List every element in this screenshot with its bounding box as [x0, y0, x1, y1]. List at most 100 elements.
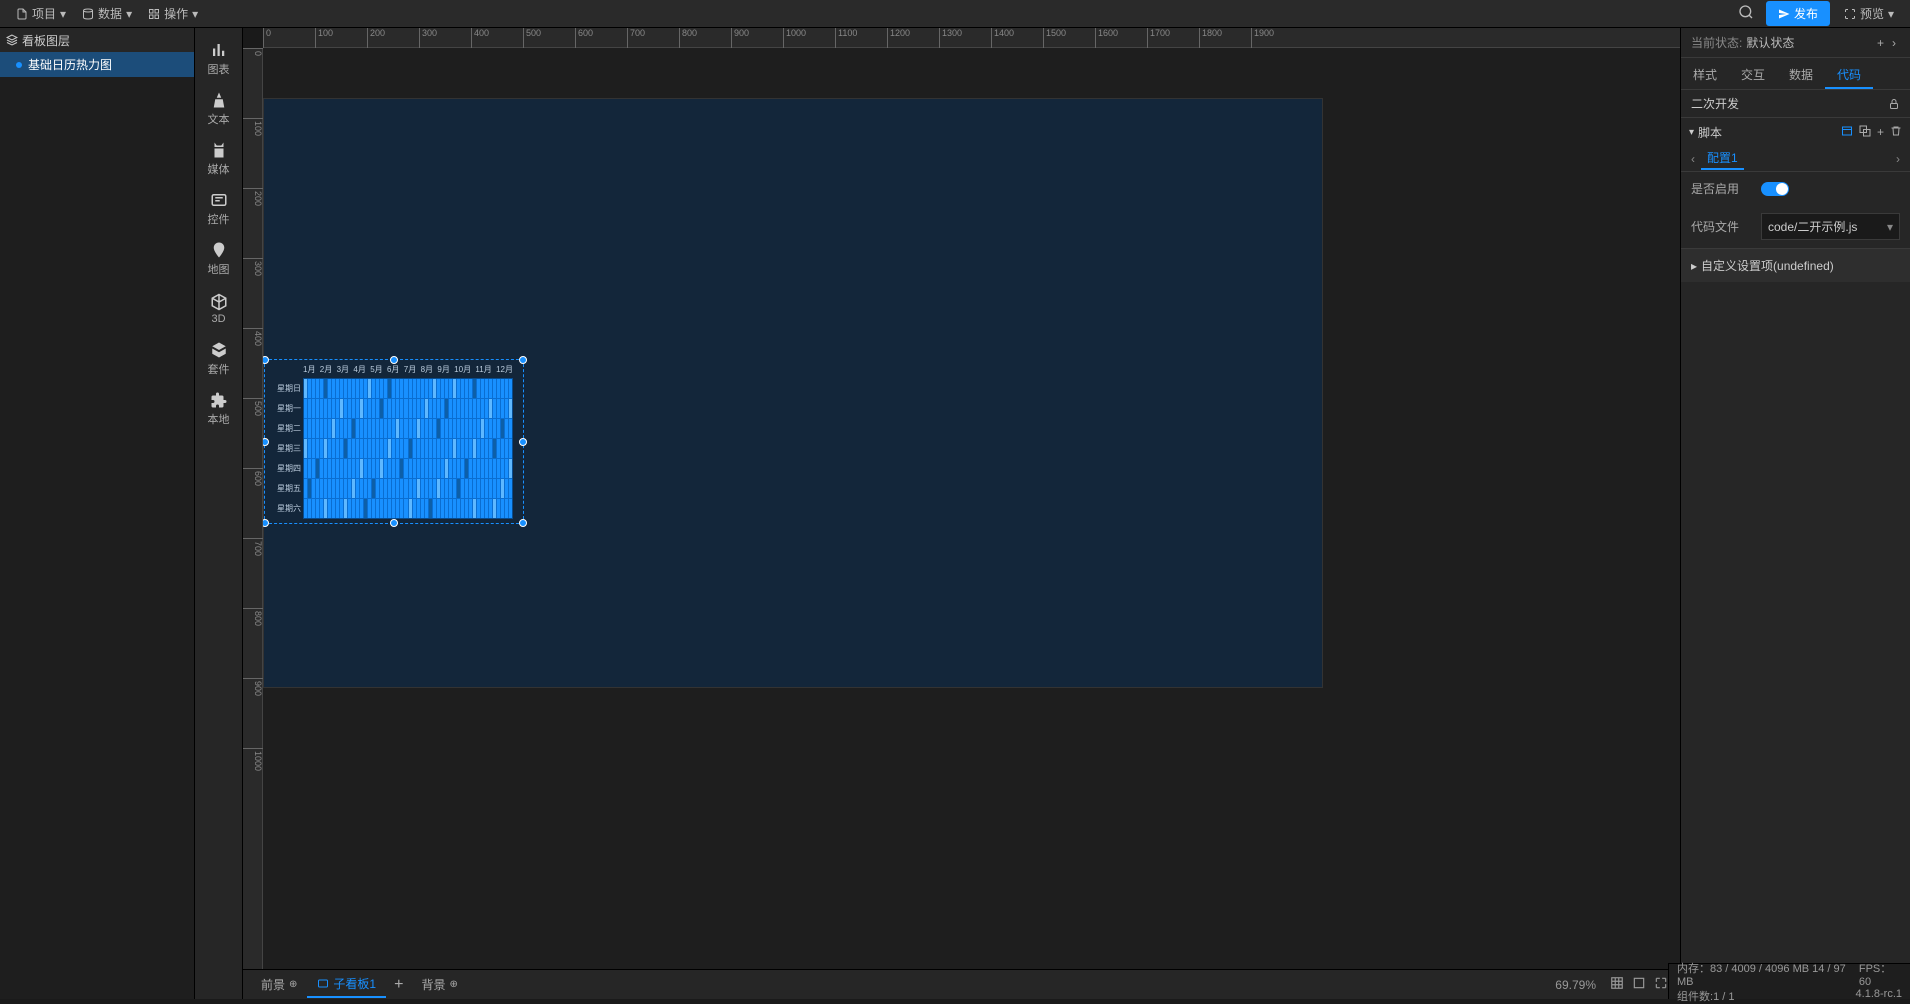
- state-value: 默认状态: [1746, 34, 1794, 51]
- tool-local[interactable]: 本地: [199, 386, 239, 432]
- resize-handle-sw[interactable]: [263, 519, 269, 527]
- state-label: 当前状态:: [1691, 34, 1742, 51]
- add-script-button[interactable]: +: [1877, 125, 1884, 139]
- grid-button[interactable]: [1628, 972, 1650, 997]
- resize-handle-e[interactable]: [519, 438, 527, 446]
- ruler-horizontal: 0100200300400500600700800900100011001200…: [263, 28, 1680, 48]
- codefile-select[interactable]: code/二开示例.js ▾: [1761, 213, 1900, 240]
- next-state-button[interactable]: ›: [1888, 34, 1900, 52]
- grid2-icon: [1632, 976, 1646, 990]
- preview-button[interactable]: 预览 ▾: [1836, 1, 1902, 26]
- config-prev-button[interactable]: ‹: [1689, 152, 1697, 166]
- tool-map[interactable]: 地图: [199, 236, 239, 282]
- publish-button[interactable]: 发布: [1766, 1, 1830, 26]
- tool-media[interactable]: 媒体: [199, 136, 239, 182]
- heatmap-widget[interactable]: 1月2月3月4月5月6月7月8月9月10月11月12月 星期日星期一星期二星期三…: [264, 359, 524, 524]
- database-icon: [82, 8, 94, 20]
- expand-icon: [1844, 8, 1856, 20]
- add-tab-button[interactable]: +: [386, 972, 411, 998]
- menu-data[interactable]: 数据 ▾: [74, 1, 140, 26]
- fit-icon: [1610, 976, 1624, 990]
- chevron-down-icon: ▾: [126, 7, 132, 21]
- map-icon: [210, 241, 228, 259]
- layer-item-heatmap[interactable]: 基础日历热力图: [0, 52, 194, 77]
- resize-handle-nw[interactable]: [263, 356, 269, 364]
- script-config-tabs: ‹ 配置1 ›: [1681, 146, 1910, 172]
- resize-handle-w[interactable]: [263, 438, 269, 446]
- chevron-right-icon: ▸: [1691, 259, 1697, 273]
- close-icon[interactable]: ⊕: [289, 979, 297, 990]
- canvas-stage[interactable]: 1月2月3月4月5月6月7月8月9月10月11月12月 星期日星期一星期二星期三…: [263, 48, 1680, 969]
- control-icon: [210, 191, 228, 209]
- heatmap-chart: 1月2月3月4月5月6月7月8月9月10月11月12月 星期日星期一星期二星期三…: [273, 364, 519, 519]
- codefile-row: 代码文件 code/二开示例.js ▾: [1681, 205, 1910, 248]
- search-icon: [1738, 4, 1754, 20]
- canvas-bottom-tabs: 前景⊕ 子看板1 + 背景⊕ 69.79%: [243, 969, 1680, 999]
- script-section-header[interactable]: ▾ 脚本 +: [1681, 118, 1910, 146]
- config-tab-1[interactable]: 配置1: [1701, 147, 1744, 170]
- code-view-icon[interactable]: [1841, 125, 1853, 137]
- text-icon: [210, 91, 228, 109]
- inspector-tab-style[interactable]: 样式: [1681, 58, 1729, 89]
- package-icon: [210, 341, 228, 359]
- chevron-down-icon: ▾: [1689, 127, 1694, 138]
- file-icon: [16, 8, 28, 20]
- top-menu-bar: 项目 ▾ 数据 ▾ 操作 ▾ 发布 预览 ▾: [0, 0, 1910, 28]
- menu-project[interactable]: 项目 ▾: [8, 1, 74, 26]
- status-bar: 内存：83 / 4009 / 4096 MB 14 / 97 MB FPS：60…: [1668, 963, 1910, 999]
- enable-toggle[interactable]: [1761, 182, 1789, 196]
- ruler-vertical: 01002003004005006007008009001000: [243, 48, 263, 969]
- fit-button[interactable]: [1606, 972, 1628, 997]
- copy-icon[interactable]: [1859, 125, 1871, 137]
- chevron-down-icon: ▾: [1888, 7, 1894, 21]
- inspector-tabs: 样式 交互 数据 代码: [1681, 58, 1910, 90]
- inspector-tab-data[interactable]: 数据: [1777, 58, 1825, 89]
- artboard[interactable]: 1月2月3月4月5月6月7月8月9月10月11月12月 星期日星期一星期二星期三…: [263, 98, 1323, 688]
- tab-foreground[interactable]: 前景⊕: [251, 972, 307, 997]
- chevron-down-icon: ▾: [60, 7, 66, 21]
- layer-item-label: 基础日历热力图: [28, 56, 112, 73]
- tab-background[interactable]: 背景⊕: [411, 972, 467, 997]
- layers-icon: [6, 34, 18, 46]
- enable-row: 是否启用: [1681, 172, 1910, 205]
- send-icon: [1778, 8, 1790, 20]
- puzzle-icon: [210, 391, 228, 409]
- tool-text[interactable]: 文本: [199, 86, 239, 132]
- tool-chart[interactable]: 图表: [199, 36, 239, 82]
- close-icon[interactable]: ⊕: [449, 979, 457, 990]
- tool-control[interactable]: 控件: [199, 186, 239, 232]
- zoom-level: 69.79%: [1555, 978, 1596, 992]
- resize-handle-s[interactable]: [390, 519, 398, 527]
- layer-dot-icon: [16, 62, 22, 68]
- chevron-down-icon: ▾: [1887, 220, 1893, 234]
- tab-subboard[interactable]: 子看板1: [307, 971, 386, 998]
- delete-icon[interactable]: [1890, 125, 1902, 137]
- fullscreen-icon: [1654, 976, 1668, 990]
- resize-handle-ne[interactable]: [519, 356, 527, 364]
- board-icon: [317, 978, 329, 990]
- component-toolbox: 图表 文本 媒体 控件 地图 3D 套件 本地: [195, 28, 243, 999]
- inspector-panel: 当前状态: 默认状态 + › 样式 交互 数据 代码 二次开发 ▾ 脚本 +: [1680, 28, 1910, 999]
- lock-icon[interactable]: [1888, 98, 1900, 110]
- add-state-button[interactable]: +: [1873, 34, 1888, 52]
- media-icon: [210, 141, 228, 159]
- menu-operate[interactable]: 操作 ▾: [140, 1, 206, 26]
- config-next-button[interactable]: ›: [1894, 152, 1902, 166]
- resize-handle-se[interactable]: [519, 519, 527, 527]
- inspector-tab-interact[interactable]: 交互: [1729, 58, 1777, 89]
- resize-handle-n[interactable]: [390, 356, 398, 364]
- grid-icon: [148, 8, 160, 20]
- tool-3d[interactable]: 3D: [199, 286, 239, 332]
- chart-icon: [210, 41, 228, 59]
- layer-panel-header: 看板图层: [0, 28, 194, 52]
- chevron-down-icon: ▾: [192, 7, 198, 21]
- inspector-sub-header: 二次开发: [1681, 90, 1910, 118]
- inspector-state-row: 当前状态: 默认状态 + ›: [1681, 28, 1910, 58]
- cube-icon: [210, 293, 228, 311]
- custom-settings-section[interactable]: ▸ 自定义设置项(undefined): [1681, 249, 1910, 282]
- layer-panel: 看板图层 基础日历热力图: [0, 28, 195, 999]
- tool-suite[interactable]: 套件: [199, 336, 239, 382]
- canvas-area: 0100200300400500600700800900100011001200…: [243, 28, 1680, 999]
- search-button[interactable]: [1732, 0, 1760, 29]
- inspector-tab-code[interactable]: 代码: [1825, 58, 1873, 89]
